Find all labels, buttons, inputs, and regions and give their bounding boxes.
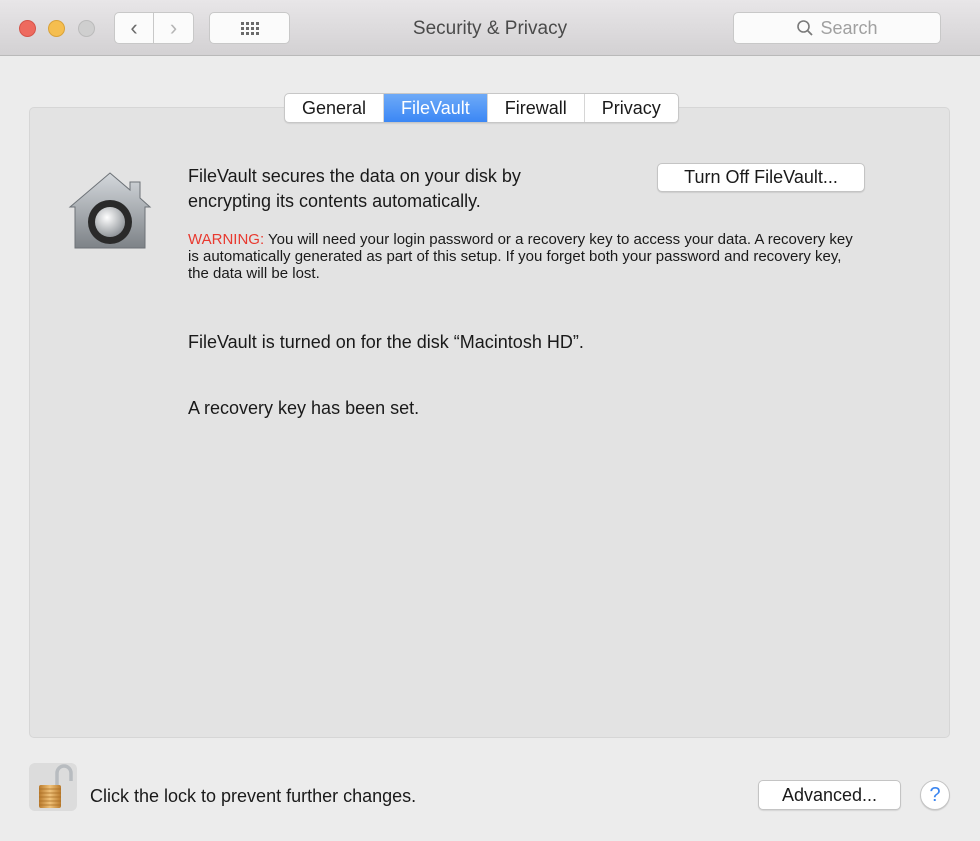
warning-label: WARNING: xyxy=(188,231,265,248)
warning-text: You will need your login password or a r… xyxy=(188,231,853,282)
tab-filevault[interactable]: FileVault xyxy=(384,94,488,122)
tab-general[interactable]: General xyxy=(285,94,385,122)
filevault-status: FileVault is turned on for the disk “Mac… xyxy=(188,332,584,352)
search-placeholder: Search xyxy=(820,17,878,38)
tab-firewall[interactable]: Firewall xyxy=(488,94,585,122)
help-button[interactable]: ? xyxy=(920,780,950,810)
filevault-house-icon xyxy=(68,172,152,249)
lock-button[interactable] xyxy=(29,763,77,811)
unlocked-padlock-icon xyxy=(39,764,73,808)
filevault-description: FileVault secures the data on your disk … xyxy=(188,166,521,211)
title-bar: ‹ › Security & Privacy Search xyxy=(0,0,980,56)
question-mark-icon: ? xyxy=(929,783,941,806)
turn-off-filevault-button[interactable]: Turn Off FileVault... xyxy=(657,163,865,192)
lock-instruction: Click the lock to prevent further change… xyxy=(90,786,417,806)
advanced-button[interactable]: Advanced... xyxy=(758,780,901,810)
search-icon xyxy=(797,20,814,36)
warning-message: WARNING: You will need your login passwo… xyxy=(188,231,858,282)
recovery-key-status: A recovery key has been set. xyxy=(188,398,420,418)
tab-bar: General FileVault Firewall Privacy xyxy=(284,93,679,123)
search-field[interactable]: Search xyxy=(733,12,941,44)
tab-privacy[interactable]: Privacy xyxy=(585,94,678,122)
